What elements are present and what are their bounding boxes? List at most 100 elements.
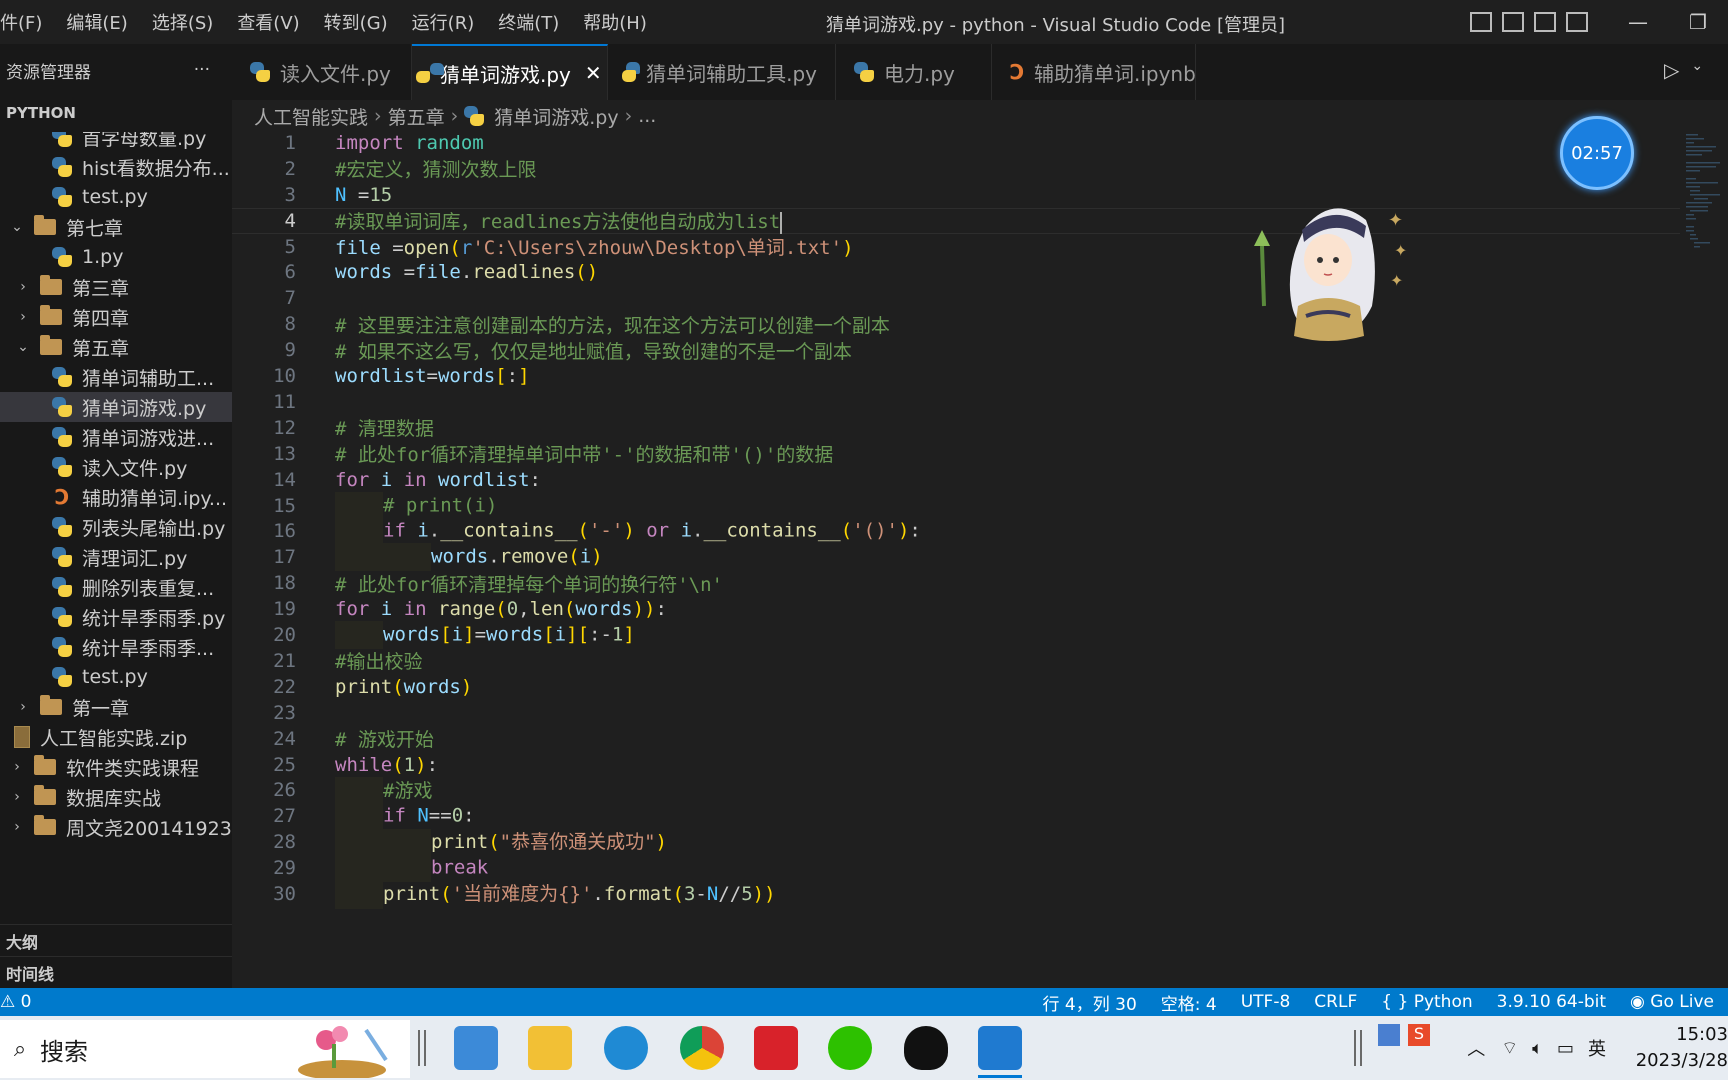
volume-icon[interactable]: 🔈︎ bbox=[1532, 1038, 1543, 1059]
menu-item[interactable]: 帮助(H) bbox=[571, 9, 659, 35]
code-line[interactable]: 29 break bbox=[232, 854, 1680, 883]
code-line[interactable]: 14 for i in wordlist: bbox=[232, 467, 1680, 493]
end-of-line[interactable]: CRLF bbox=[1314, 992, 1357, 1012]
qq-icon[interactable] bbox=[904, 1026, 948, 1070]
task-view-app-icon[interactable] bbox=[454, 1026, 498, 1070]
code-line[interactable]: 6 words =file.readlines() bbox=[232, 260, 1680, 286]
minimize-button[interactable]: — bbox=[1608, 10, 1668, 34]
problems-indicator[interactable]: ⚠ 0 bbox=[0, 992, 31, 1012]
code-line[interactable]: 28 print("恭喜你通关成功") bbox=[232, 828, 1680, 857]
indentation[interactable]: 空格: 4 bbox=[1161, 990, 1217, 1015]
python-interpreter[interactable]: 3.9.10 64-bit bbox=[1497, 992, 1606, 1012]
chevron-down-icon[interactable]: ⌄ bbox=[14, 339, 32, 355]
customize-layout-icon[interactable] bbox=[1566, 12, 1588, 32]
tree-folder[interactable]: › 第四章 bbox=[0, 302, 232, 332]
tree-file[interactable]: 猜单词游戏进... bbox=[0, 422, 232, 452]
battery-icon[interactable]: ▭ bbox=[1557, 1038, 1574, 1059]
code-line[interactable]: 26 #游戏 bbox=[232, 777, 1680, 806]
editor-tab[interactable]: 读入文件.py bbox=[232, 44, 412, 100]
code-line[interactable]: 19 for i in range(0,len(words)): bbox=[232, 596, 1680, 622]
chevron-right-icon[interactable]: › bbox=[8, 789, 26, 805]
code-line[interactable]: 9 # 如果不这么写，仅仅是地址赋值，导致创建的不是一个副本 bbox=[232, 337, 1680, 363]
menu-item[interactable]: 件(F) bbox=[0, 9, 54, 35]
code-line[interactable]: 12 # 清理数据 bbox=[232, 415, 1680, 441]
code-line[interactable]: 24 # 游戏开始 bbox=[232, 726, 1680, 752]
code-line[interactable]: 5 file =open(r'C:\Users\zhouw\Desktop\单词.… bbox=[232, 234, 1680, 260]
close-tab-icon[interactable]: ✕ bbox=[585, 61, 602, 85]
code-line[interactable]: 25 while(1): bbox=[232, 752, 1680, 778]
tray-app-icon[interactable] bbox=[1378, 1024, 1400, 1046]
breadcrumb-item[interactable]: ... bbox=[638, 105, 656, 127]
code-line[interactable]: 16 if i.__contains__('-') or i.__contains… bbox=[232, 517, 1680, 546]
menu-item[interactable]: 编辑(E) bbox=[54, 9, 139, 35]
tree-folder[interactable]: ⌄ 第五章 bbox=[0, 332, 232, 362]
tree-file[interactable]: 猜单词游戏.py bbox=[0, 392, 232, 422]
code-line[interactable]: 17 words.remove(i) bbox=[232, 543, 1680, 572]
network-icon[interactable]: ⌔ bbox=[1501, 1037, 1518, 1060]
edge-browser-icon[interactable] bbox=[604, 1026, 648, 1070]
tree-file[interactable]: Ͻ 辅助猜单词.ipy... bbox=[0, 482, 232, 512]
editor-tab[interactable]: 猜单词游戏.py ✕ bbox=[412, 44, 608, 100]
file-explorer-icon[interactable] bbox=[528, 1026, 572, 1070]
tree-file[interactable]: 统计旱季雨季... bbox=[0, 632, 232, 662]
language-mode[interactable]: { } Python bbox=[1381, 992, 1472, 1012]
code-line[interactable]: 22 print(words) bbox=[232, 674, 1680, 700]
menu-item[interactable]: 转到(G) bbox=[312, 9, 400, 35]
code-line[interactable]: 27 if N==0: bbox=[232, 802, 1680, 831]
code-editor[interactable]: 1 import random 2 #宏定义，猜测次数上限 3 N =15 4 #读取单词词库… bbox=[232, 132, 1728, 988]
toggle-panel-icon[interactable] bbox=[1502, 12, 1524, 32]
tree-file[interactable]: 删除列表重复... bbox=[0, 572, 232, 602]
chevron-right-icon[interactable]: › bbox=[8, 819, 26, 835]
code-line[interactable]: 18 # 此处for循环清理掉每个单词的换行符'\n' bbox=[232, 570, 1680, 596]
code-line[interactable]: 30 print('当前难度为{}'.format(3-N//5)) bbox=[232, 880, 1680, 909]
input-method-indicator[interactable]: 英 bbox=[1588, 1035, 1606, 1061]
tree-file[interactable]: 猜单词辅助工... bbox=[0, 362, 232, 392]
tree-folder[interactable]: › 数据库实战 bbox=[0, 782, 232, 812]
wechat-icon[interactable] bbox=[828, 1026, 872, 1070]
taskbar-search[interactable]: ⌕ 搜索 bbox=[0, 1020, 410, 1078]
more-actions-icon[interactable]: ··· bbox=[194, 60, 210, 80]
show-hidden-icons-icon[interactable]: ︿ bbox=[1467, 1035, 1485, 1061]
toggle-sidebar-icon[interactable] bbox=[1470, 12, 1492, 32]
code-line[interactable]: 11 bbox=[232, 389, 1680, 415]
tree-folder[interactable]: › 软件类实践课程 bbox=[0, 752, 232, 782]
editor-tab[interactable]: 电力.py bbox=[836, 44, 992, 100]
code-line[interactable]: 21 #输出校验 bbox=[232, 648, 1680, 674]
timeline-section[interactable]: 时间线 bbox=[0, 956, 232, 988]
tree-folder[interactable]: ⌄ 第七章 bbox=[0, 212, 232, 242]
tree-file[interactable]: 1.py bbox=[0, 242, 232, 272]
sogou-input-icon[interactable]: S bbox=[1408, 1024, 1430, 1046]
code-line[interactable]: 23 bbox=[232, 700, 1680, 726]
run-python-icon[interactable]: ▷ bbox=[1664, 58, 1679, 82]
workspace-section-title[interactable]: PYTHON bbox=[0, 96, 232, 130]
tree-file[interactable]: 统计旱季雨季.py bbox=[0, 602, 232, 632]
tree-file[interactable]: test.py bbox=[0, 182, 232, 212]
chevron-right-icon[interactable]: › bbox=[14, 279, 32, 295]
editor-tab[interactable]: Ͻ 辅助猜单词.ipynb bbox=[992, 44, 1196, 100]
menu-item[interactable]: 选择(S) bbox=[140, 9, 225, 35]
tree-file[interactable]: 读入文件.py bbox=[0, 452, 232, 482]
encoding[interactable]: UTF-8 bbox=[1241, 992, 1291, 1012]
tree-file[interactable]: 首字母数量.py bbox=[0, 132, 232, 152]
code-line[interactable]: 4 #读取单词词库，readlines方法使他自动成为list bbox=[232, 207, 1680, 234]
code-line[interactable]: 15 # print(i) bbox=[232, 491, 1680, 520]
code-line[interactable]: 20 words[i]=words[i][:-1] bbox=[232, 621, 1680, 650]
code-line[interactable]: 7 bbox=[232, 285, 1680, 311]
code-line[interactable]: 13 # 此处for循环清理掉单词中带'-'的数据和带'()'的数据 bbox=[232, 441, 1680, 467]
code-line[interactable]: 3 N =15 bbox=[232, 182, 1680, 208]
breadcrumb-item[interactable]: 第五章 bbox=[388, 103, 445, 130]
tree-file[interactable]: 人工智能实践.zip bbox=[0, 722, 232, 752]
youdao-dictionary-icon[interactable] bbox=[754, 1026, 798, 1070]
go-live-button[interactable]: ◉ Go Live bbox=[1630, 992, 1714, 1012]
code-line[interactable]: 10 wordlist=words[:] bbox=[232, 363, 1680, 389]
tree-folder[interactable]: › 周文尧200141923 bbox=[0, 812, 232, 842]
cursor-position[interactable]: 行 4，列 30 bbox=[1043, 990, 1137, 1015]
tree-file[interactable]: test.py bbox=[0, 662, 232, 692]
clock[interactable]: 15:03 2023/3/28 bbox=[1616, 1022, 1728, 1074]
run-dropdown-icon[interactable]: ⌄ bbox=[1691, 58, 1703, 82]
code-line[interactable]: 2 #宏定义，猜测次数上限 bbox=[232, 156, 1680, 182]
minimap[interactable] bbox=[1684, 132, 1724, 252]
menu-item[interactable]: 查看(V) bbox=[225, 9, 311, 35]
chevron-right-icon[interactable]: › bbox=[8, 759, 26, 775]
chevron-right-icon[interactable]: › bbox=[14, 309, 32, 325]
